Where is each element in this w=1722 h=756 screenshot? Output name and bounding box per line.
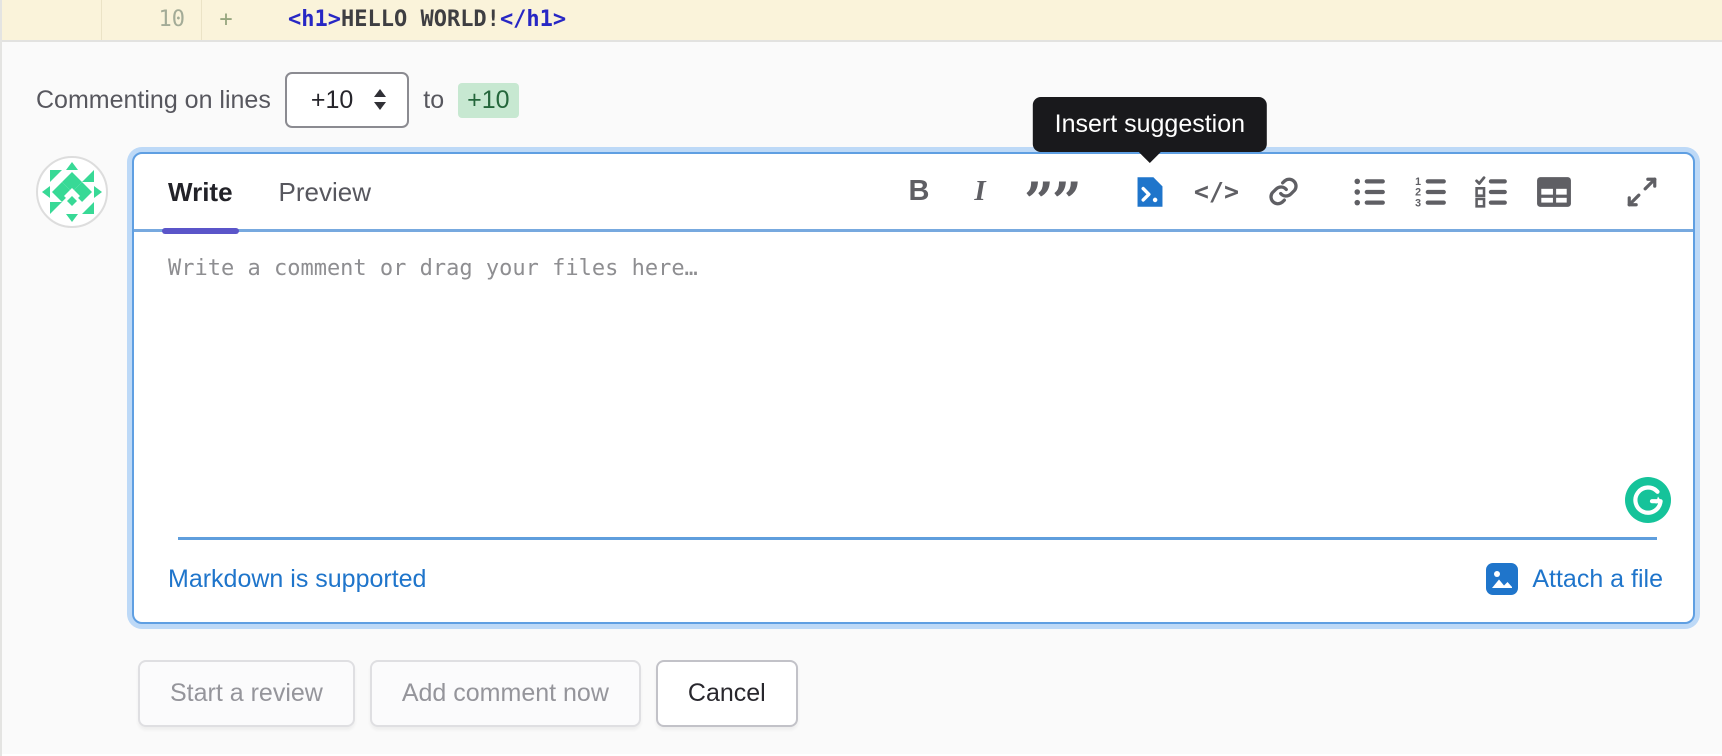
italic-button[interactable]: I [963, 172, 997, 212]
diff-line-row: 10 + <h1>HELLO WORLD!</h1> [2, 0, 1722, 40]
numbered-list-button[interactable]: 1 2 3 [1414, 172, 1448, 212]
fullscreen-icon [1627, 177, 1657, 206]
grammarly-icon[interactable] [1625, 477, 1671, 523]
comment-textarea[interactable] [168, 256, 1659, 515]
formatting-toolbar: B I ”” Insert suggestion </> 1 2 3 [902, 96, 1659, 233]
select-caret-icon [374, 89, 387, 110]
editor-tabs: Write Preview [162, 153, 371, 234]
tab-preview[interactable]: Preview [279, 153, 371, 231]
attach-file-label: Attach a file [1532, 564, 1663, 593]
quote-icon: ”” [1024, 171, 1082, 233]
insert-suggestion-button[interactable]: Insert suggestion [1032, 96, 1268, 212]
attach-file-link[interactable]: Attach a file [1485, 562, 1663, 596]
editor-footer: Markdown is supported Attach a file [134, 540, 1693, 622]
bold-button[interactable]: B [902, 172, 936, 212]
insert-suggestion-tooltip: Insert suggestion [1032, 96, 1268, 163]
code-icon: </> [1193, 177, 1239, 206]
action-buttons-row: Start a review Add comment now Cancel [138, 660, 1722, 727]
code-open-tag: <h1> [288, 7, 341, 32]
comment-section: Commenting on lines +10 to +10 Write Pre… [2, 40, 1722, 754]
add-comment-now-button[interactable]: Add comment now [369, 660, 641, 727]
code-content: <h1>HELLO WORLD!</h1> [250, 0, 1722, 40]
commenting-label: Commenting on lines [36, 85, 271, 114]
numbered-list-icon: 1 2 3 [1415, 176, 1446, 208]
comment-editor: Write Preview B I ”” Insert suggestion <… [132, 96, 1695, 624]
quote-button[interactable]: ”” [1024, 171, 1082, 233]
insert-suggestion-icon [1137, 176, 1163, 207]
start-review-button[interactable]: Start a review [138, 660, 355, 727]
code-text: HELLO WORLD! [340, 7, 500, 32]
end-line-badge: +10 [458, 82, 519, 118]
tab-write[interactable]: Write [162, 153, 239, 234]
added-line-sign: + [219, 7, 233, 32]
markdown-supported-link[interactable]: Markdown is supported [168, 565, 426, 594]
table-icon [1537, 176, 1571, 207]
new-line-number: 10 [102, 0, 202, 40]
italic-icon: I [974, 175, 986, 207]
link-icon [1268, 177, 1298, 206]
old-line-gutter [2, 0, 102, 40]
bullet-list-icon [1354, 178, 1385, 205]
code-button[interactable]: </> [1194, 172, 1239, 212]
task-list-icon [1475, 175, 1507, 208]
attach-image-icon [1486, 563, 1519, 595]
editor-header: Write Preview B I ”” Insert suggestion <… [134, 96, 1693, 234]
fullscreen-button[interactable] [1625, 172, 1659, 212]
to-label: to [423, 85, 445, 114]
start-line-select[interactable]: +10 [284, 72, 410, 128]
bullet-list-button[interactable] [1353, 172, 1387, 212]
table-button[interactable] [1536, 172, 1572, 212]
inline-comment-form: 10 + <h1>HELLO WORLD!</h1> Commenting on… [0, 0, 1722, 756]
bold-icon: B [908, 175, 930, 207]
code-close-tag: </h1> [499, 7, 567, 32]
svg-text:3: 3 [1415, 197, 1421, 208]
editor-body [134, 232, 1693, 537]
task-list-button[interactable] [1475, 172, 1509, 212]
user-avatar [36, 156, 108, 228]
link-button[interactable] [1266, 172, 1300, 212]
commenting-on-lines-row: Commenting on lines +10 to +10 [2, 42, 1722, 128]
comment-form-row: Write Preview B I ”” Insert suggestion <… [2, 96, 1722, 624]
cancel-button[interactable]: Cancel [655, 660, 798, 727]
start-line-value: +10 [310, 85, 354, 114]
